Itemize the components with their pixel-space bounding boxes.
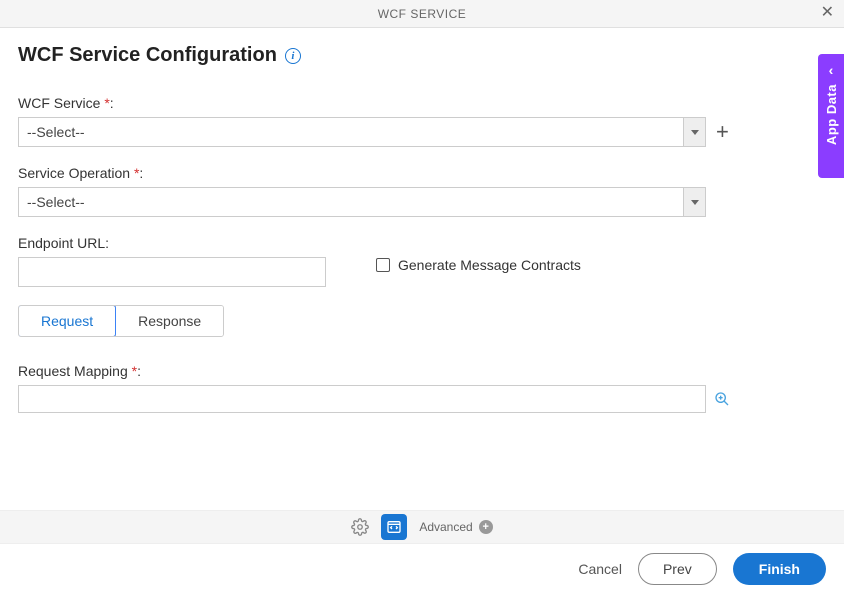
cancel-button[interactable]: Cancel (578, 561, 622, 577)
endpoint-url-label: Endpoint URL: (18, 235, 326, 251)
finish-button[interactable]: Finish (733, 553, 826, 585)
prev-button[interactable]: Prev (638, 553, 717, 585)
info-icon[interactable]: i (285, 48, 301, 64)
generate-contracts-checkbox[interactable]: Generate Message Contracts (376, 257, 581, 273)
titlebar-text: WCF SERVICE (378, 7, 467, 21)
chevron-down-icon[interactable] (683, 118, 705, 146)
footer: Cancel Prev Finish (0, 544, 844, 594)
plus-circle-icon: + (479, 520, 493, 534)
bottom-toolbar: Advanced + (0, 510, 844, 544)
code-view-button[interactable] (381, 514, 407, 540)
service-operation-label: Service Operation *: (18, 165, 826, 181)
request-mapping-label: Request Mapping *: (18, 363, 826, 379)
endpoint-url-input[interactable] (18, 257, 326, 287)
app-data-panel-toggle[interactable]: ‹ App Data (818, 54, 844, 178)
close-icon[interactable]: ✕ (821, 5, 834, 21)
request-mapping-input[interactable] (18, 385, 706, 413)
page-title: WCF Service Configuration (18, 44, 277, 67)
wcf-service-select[interactable]: --Select-- (18, 117, 706, 147)
tab-request[interactable]: Request (18, 305, 116, 337)
chevron-down-icon[interactable] (683, 188, 705, 216)
checkbox-icon[interactable] (376, 258, 390, 272)
service-operation-select[interactable]: --Select-- (18, 187, 706, 217)
tabs: Request Response (18, 305, 224, 337)
tab-response[interactable]: Response (115, 306, 223, 336)
chevron-left-icon: ‹ (829, 62, 834, 78)
add-wcf-service-button[interactable]: + (716, 121, 729, 143)
wcf-service-label: WCF Service *: (18, 95, 826, 111)
zoom-icon[interactable] (714, 391, 730, 407)
gear-icon[interactable] (351, 518, 369, 536)
titlebar: WCF SERVICE ✕ (0, 0, 844, 28)
advanced-toggle[interactable]: Advanced + (419, 520, 492, 534)
